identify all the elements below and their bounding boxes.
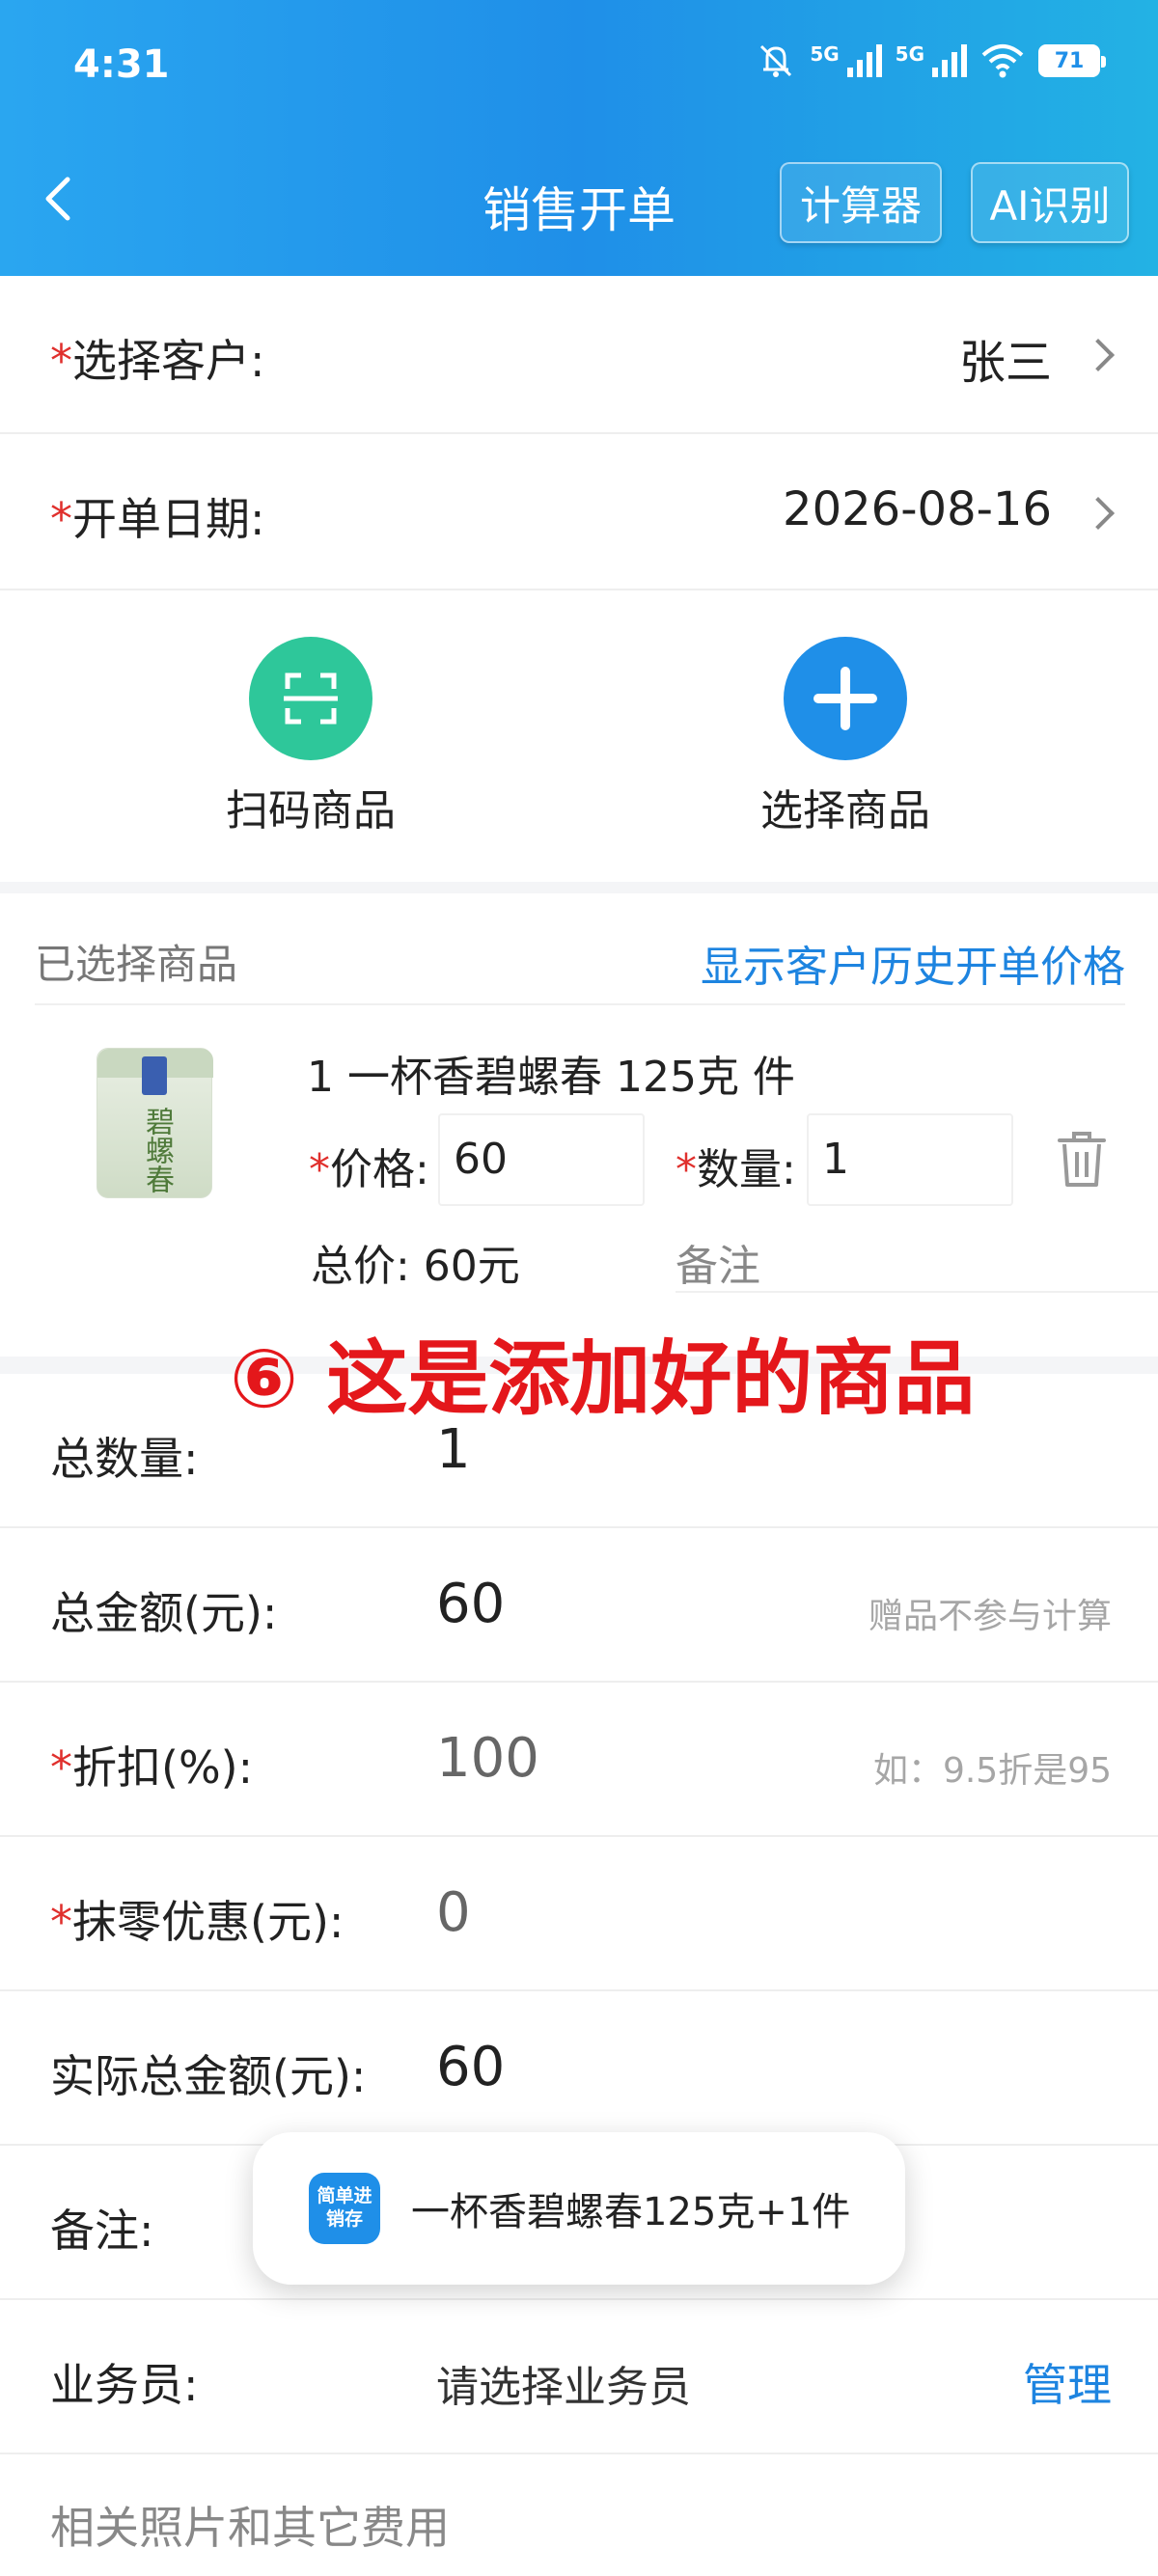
required-mark: * bbox=[309, 1145, 330, 1194]
photos-row[interactable]: 相关照片和其它费用 bbox=[0, 2454, 1158, 2576]
price-label-text: 价格: bbox=[330, 1145, 429, 1194]
status-time: 4:31 bbox=[73, 42, 170, 87]
customer-row[interactable]: *选择客户: 张三 bbox=[0, 276, 1158, 434]
customer-label: *选择客户: bbox=[50, 326, 265, 390]
rounding-input[interactable]: 0 bbox=[436, 1881, 471, 1944]
signal-icon-2 bbox=[932, 44, 967, 77]
price-label: *价格: bbox=[309, 1135, 429, 1196]
rounding-label: *抹零优惠(元): bbox=[50, 1887, 344, 1951]
manage-salesman-link[interactable]: 管理 bbox=[1023, 2350, 1112, 2414]
required-mark: * bbox=[50, 1896, 72, 1948]
order-date-value: 2026-08-16 bbox=[783, 482, 1052, 536]
required-mark: * bbox=[676, 1145, 697, 1194]
total-quantity-label: 总数量: bbox=[50, 1433, 199, 1485]
plus-icon bbox=[813, 667, 877, 730]
trash-icon[interactable] bbox=[1056, 1129, 1108, 1189]
chevron-right-icon bbox=[1082, 497, 1115, 530]
selected-goods-title: 已选择商品 bbox=[35, 941, 238, 988]
total-amount-row: 总金额(元): 60 赠品不参与计算 bbox=[0, 1528, 1158, 1683]
discount-input[interactable]: 100 bbox=[436, 1727, 539, 1790]
select-goods-button[interactable] bbox=[784, 637, 907, 760]
network-5g-label: 5G bbox=[810, 42, 840, 66]
quantity-label-text: 数量: bbox=[697, 1145, 796, 1194]
battery-icon: 71 bbox=[1038, 44, 1106, 77]
network-5g-label-2: 5G bbox=[895, 42, 924, 66]
app-icon: 简单进销存 bbox=[309, 2173, 380, 2244]
salesman-select[interactable]: 请选择业务员 bbox=[436, 2352, 691, 2414]
scan-goods-label[interactable]: 扫码商品 bbox=[166, 776, 455, 837]
actual-amount-row: 实际总金额(元): 60 bbox=[0, 1991, 1158, 2146]
battery-level: 71 bbox=[1054, 48, 1085, 73]
rounding-label-text: 抹零优惠(元): bbox=[72, 1896, 345, 1948]
ai-recognition-button[interactable]: AI识别 bbox=[971, 162, 1129, 243]
total-amount-value: 60 bbox=[436, 1573, 506, 1635]
salesman-row[interactable]: 业务员: 请选择业务员 管理 bbox=[0, 2300, 1158, 2454]
customer-history-price-link[interactable]: 显示客户历史开单价格 bbox=[701, 932, 1125, 994]
divider bbox=[35, 1003, 1125, 1005]
discount-label-text: 折扣(%): bbox=[72, 1741, 254, 1794]
quantity-label: *数量: bbox=[676, 1135, 796, 1196]
scan-icon bbox=[284, 672, 338, 725]
required-mark: * bbox=[50, 493, 72, 545]
app-header: 4:31 5G 5G 71 销售开单 计算器 AI识别 bbox=[0, 0, 1158, 276]
actual-amount-label: 实际总金额(元): bbox=[50, 2050, 367, 2102]
calculator-button[interactable]: 计算器 bbox=[780, 162, 942, 243]
order-date-label-text: 开单日期: bbox=[72, 493, 265, 545]
remark-underline bbox=[676, 1291, 1158, 1293]
product-image: 碧螺春 bbox=[96, 1048, 213, 1198]
price-input[interactable]: 60 bbox=[438, 1113, 645, 1206]
customer-value: 张三 bbox=[958, 336, 1052, 390]
toast-message: 一杯香碧螺春125克+1件 bbox=[411, 2190, 851, 2234]
order-note-label: 备注: bbox=[50, 2205, 154, 2257]
order-date-row[interactable]: *开单日期: 2026-08-16 bbox=[0, 434, 1158, 590]
selected-goods-section: 已选择商品 显示客户历史开单价格 碧螺春 1 一杯香碧螺春 125克 件 *价格… bbox=[0, 893, 1158, 1357]
scan-goods-button[interactable] bbox=[249, 637, 372, 760]
discount-row[interactable]: *折扣(%): 100 如：9.5折是95 bbox=[0, 1683, 1158, 1837]
signal-icon bbox=[846, 44, 882, 77]
annotation-text: ⑥ 这是添加好的商品 bbox=[230, 1331, 976, 1426]
required-mark: * bbox=[50, 335, 72, 387]
quantity-input[interactable]: 1 bbox=[807, 1113, 1013, 1206]
select-goods-label[interactable]: 选择商品 bbox=[701, 776, 990, 837]
chevron-right-icon bbox=[1082, 339, 1115, 371]
customer-label-text: 选择客户: bbox=[72, 335, 265, 387]
rounding-row[interactable]: *抹零优惠(元): 0 bbox=[0, 1837, 1158, 1991]
mute-icon bbox=[760, 44, 792, 77]
discount-hint: 如：9.5折是95 bbox=[872, 1751, 1112, 1791]
goods-actions: 扫码商品 选择商品 bbox=[0, 590, 1158, 882]
salesman-label: 业务员: bbox=[50, 2359, 199, 2411]
total-amount-label: 总金额(元): bbox=[50, 1587, 278, 1639]
status-icons: 5G 5G 71 bbox=[756, 42, 1106, 79]
required-mark: * bbox=[50, 1741, 72, 1794]
total-amount-hint: 赠品不参与计算 bbox=[868, 1597, 1112, 1636]
product-name: 1 一杯香碧螺春 125克 件 bbox=[307, 1053, 795, 1102]
actual-amount-value: 60 bbox=[436, 2036, 506, 2098]
photos-label: 相关照片和其它费用 bbox=[50, 2502, 450, 2554]
order-date-label: *开单日期: bbox=[50, 484, 265, 548]
item-remark-input[interactable]: 备注 bbox=[676, 1231, 760, 1293]
line-total: 总价: 60元 bbox=[311, 1242, 520, 1291]
wifi-icon bbox=[981, 44, 1024, 78]
discount-label: *折扣(%): bbox=[50, 1733, 253, 1796]
toast-notification: 简单进销存 一杯香碧螺春125克+1件 bbox=[253, 2132, 905, 2285]
